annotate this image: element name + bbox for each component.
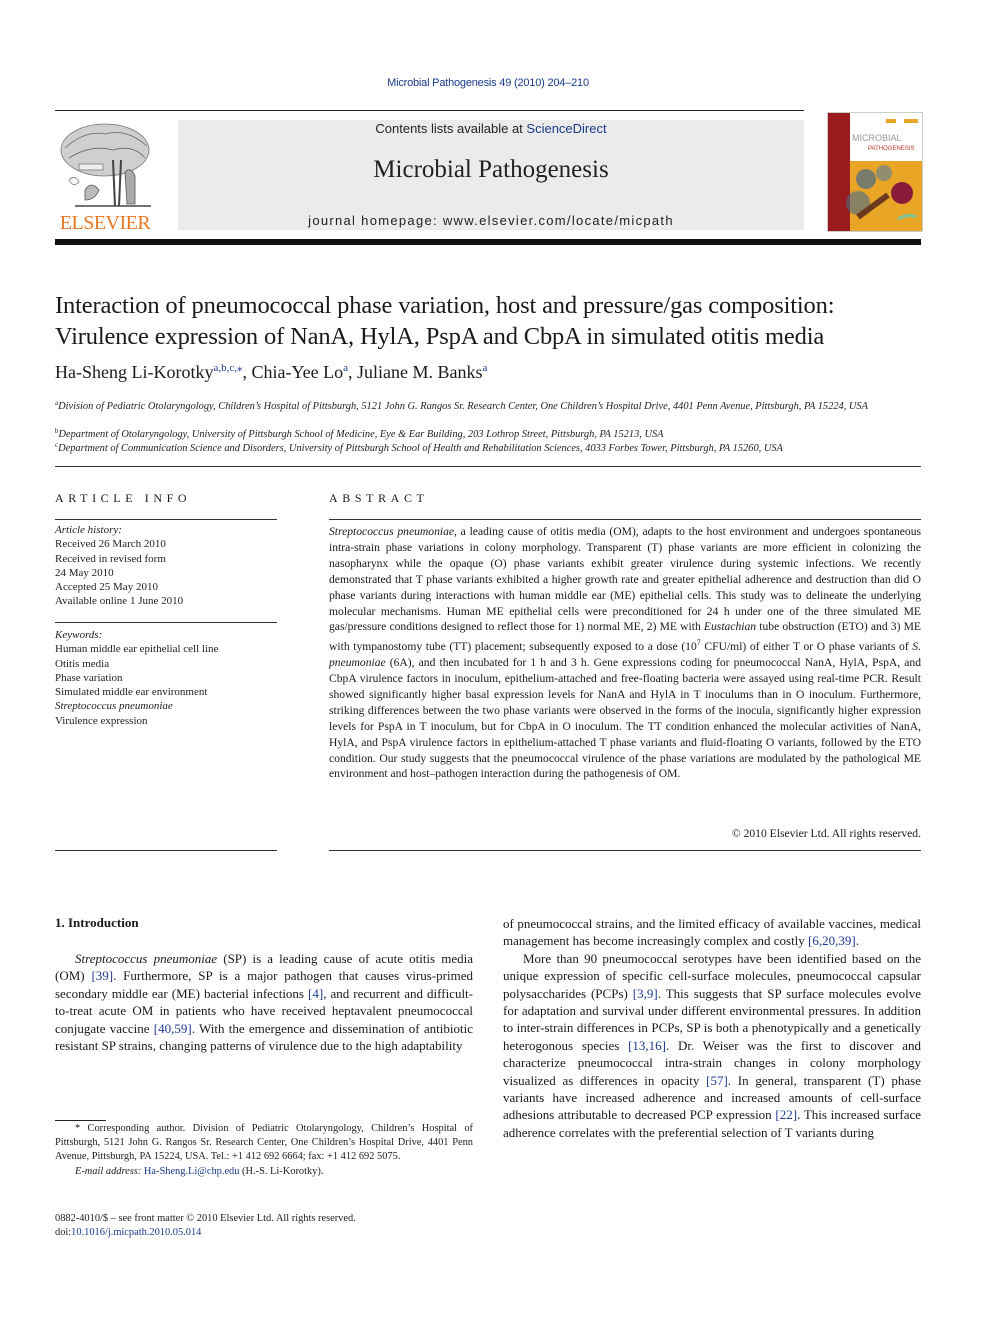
text-segment: . (855, 933, 859, 949)
history-label: Article history: (55, 524, 122, 536)
keyword-item: Phase variation (55, 671, 123, 684)
citation-link[interactable]: [57] (706, 1073, 728, 1088)
abstract-rule (329, 519, 921, 520)
species-name: Streptococcus pneumoniae (329, 525, 455, 538)
keyword-item: Otitis media (55, 657, 110, 670)
abstract-segment: CFU/ml) of either T or O phase variants … (700, 640, 913, 654)
keyword-item: Human middle ear epithelial cell line (55, 643, 219, 656)
doi-prefix: doi: (55, 1227, 72, 1239)
keyword-item: Streptococcus pneumoniae (55, 700, 173, 713)
abstract-bottom-rule (329, 850, 921, 851)
intro-paragraph: More than 90 pneumococcal serotypes have… (503, 950, 921, 1141)
elsevier-tree-icon (55, 120, 155, 212)
keyword-item: Simulated middle ear environment (55, 686, 208, 699)
citation-link[interactable]: [40,59] (154, 1021, 192, 1036)
species-name: Streptococcus pneumoniae (75, 951, 218, 966)
title-line-2: Virulence expression of NanA, HylA, PspA… (55, 323, 825, 350)
author-affiliation-marks[interactable]: a,b,c,⁎ (213, 362, 242, 374)
front-matter: 0882-4010/$ – see front matter © 2010 El… (55, 1212, 495, 1241)
author-separator: , (348, 362, 358, 382)
cover-title-2: PATHOGENESIS (868, 146, 914, 152)
journal-cover-image[interactable]: MICROBIAL PATHOGENESIS (827, 112, 923, 232)
affiliation-text: Department of Communication Science and … (58, 443, 783, 454)
journal-citation-line[interactable]: Microbial Pathogenesis 49 (2010) 204–210 (0, 77, 976, 89)
author-affiliation-marks[interactable]: a (483, 362, 488, 374)
intro-paragraph: of pneumococcal strains, and the limited… (503, 915, 921, 950)
footnote-rule (55, 1120, 106, 1121)
history-item: 24 May 2010 (55, 566, 114, 579)
article-info-rule (55, 519, 277, 520)
section-heading-introduction: 1. Introduction (55, 915, 139, 930)
citation-link[interactable]: [22] (775, 1107, 797, 1122)
homepage-url[interactable]: www.elsevier.com/locate/micpath (443, 213, 674, 228)
journal-citation-link[interactable]: Microbial Pathogenesis 49 (2010) 204–210 (387, 77, 589, 89)
intro-right-column: of pneumococcal strains, and the limited… (503, 915, 921, 1141)
email-link[interactable]: Ha-Sheng.Li@chp.edu (144, 1166, 240, 1177)
affiliation-a: aDivision of Pediatric Otolaryngology, C… (55, 396, 921, 414)
header-rule (55, 110, 804, 111)
corresponding-author-footnote: * Corresponding author. Division of Pedi… (55, 1122, 473, 1179)
intro-left-column: Streptococcus pneumoniae (SP) is a leadi… (55, 950, 473, 1054)
contents-line: Contents lists available at ScienceDirec… (178, 121, 804, 136)
footnote-text: Corresponding author. Division of Pediat… (55, 1123, 473, 1163)
citation-link[interactable]: [6,20,39] (808, 933, 856, 948)
author-name[interactable]: Chia-Yee Lo (251, 362, 343, 382)
keyword-item: Virulence expression (55, 714, 148, 727)
article-history: Article history: Received 26 March 2010 … (55, 523, 277, 609)
email-label: E-mail address: (75, 1165, 142, 1177)
history-item: Accepted 25 May 2010 (55, 581, 158, 594)
author-name[interactable]: Ha-Sheng Li-Korotky (55, 362, 213, 382)
abstract-segment: (6A), and then incubated for 1 h and 3 h… (329, 656, 921, 781)
keywords-label: Keywords: (55, 629, 103, 641)
abstract-copyright: © 2010 Elsevier Ltd. All rights reserved… (731, 827, 921, 840)
keywords: Keywords: Human middle ear epithelial ce… (55, 628, 277, 728)
affiliation-text: Division of Pediatric Otolaryngology, Ch… (58, 401, 868, 412)
contents-prefix: Contents lists available at (375, 121, 527, 136)
citation-link[interactable]: [4] (308, 986, 323, 1001)
intro-paragraph: Streptococcus pneumoniae (SP) is a leadi… (55, 950, 473, 1054)
issn-line: 0882-4010/$ – see front matter © 2010 El… (55, 1213, 356, 1224)
email-owner: (H.-S. Li-Korotky). (239, 1165, 324, 1177)
abstract-italic: Eustachian (703, 620, 757, 634)
history-item: Available online 1 June 2010 (55, 595, 184, 608)
author-list: Ha-Sheng Li-Korotkya,b,c,⁎, Chia-Yee Lo a… (55, 361, 935, 383)
header-thick-rule (55, 239, 921, 245)
sciencedirect-link[interactable]: ScienceDirect (526, 121, 606, 136)
abstract-text: Streptococcus pneumoniae, a leading caus… (329, 524, 921, 782)
title-line-1: Interaction of pneumococcal phase variat… (55, 292, 835, 319)
author-name[interactable]: Juliane M. Banks (357, 362, 483, 382)
affiliation-rule (55, 466, 921, 467)
citation-link[interactable]: [13,16] (628, 1038, 666, 1053)
keywords-rule (55, 622, 277, 623)
history-item: Received in revised form (55, 552, 166, 565)
journal-name: Microbial Pathogenesis (373, 156, 609, 183)
affiliation-c: cDepartment of Communication Science and… (55, 438, 921, 456)
cover-title-1: MICROBIAL (852, 133, 902, 143)
citation-link[interactable]: [3,9] (633, 986, 658, 1001)
history-item: Received 26 March 2010 (55, 538, 166, 551)
homepage-prefix: journal homepage: (308, 213, 443, 228)
article-info-bottom-rule (55, 850, 277, 851)
elsevier-logo-text[interactable]: ELSEVIER (54, 212, 156, 235)
article-title: Interaction of pneumococcal phase variat… (55, 290, 935, 352)
doi-link[interactable]: 10.1016/j.micpath.2010.05.014 (71, 1227, 201, 1238)
abstract-segment: , a leading cause of otitis media (OM), … (329, 525, 921, 634)
article-info-heading: ARTICLE INFO (55, 491, 192, 505)
abstract-heading: ABSTRACT (329, 491, 429, 505)
journal-homepage: journal homepage: www.elsevier.com/locat… (178, 213, 804, 228)
citation-link[interactable]: [39] (91, 968, 113, 983)
